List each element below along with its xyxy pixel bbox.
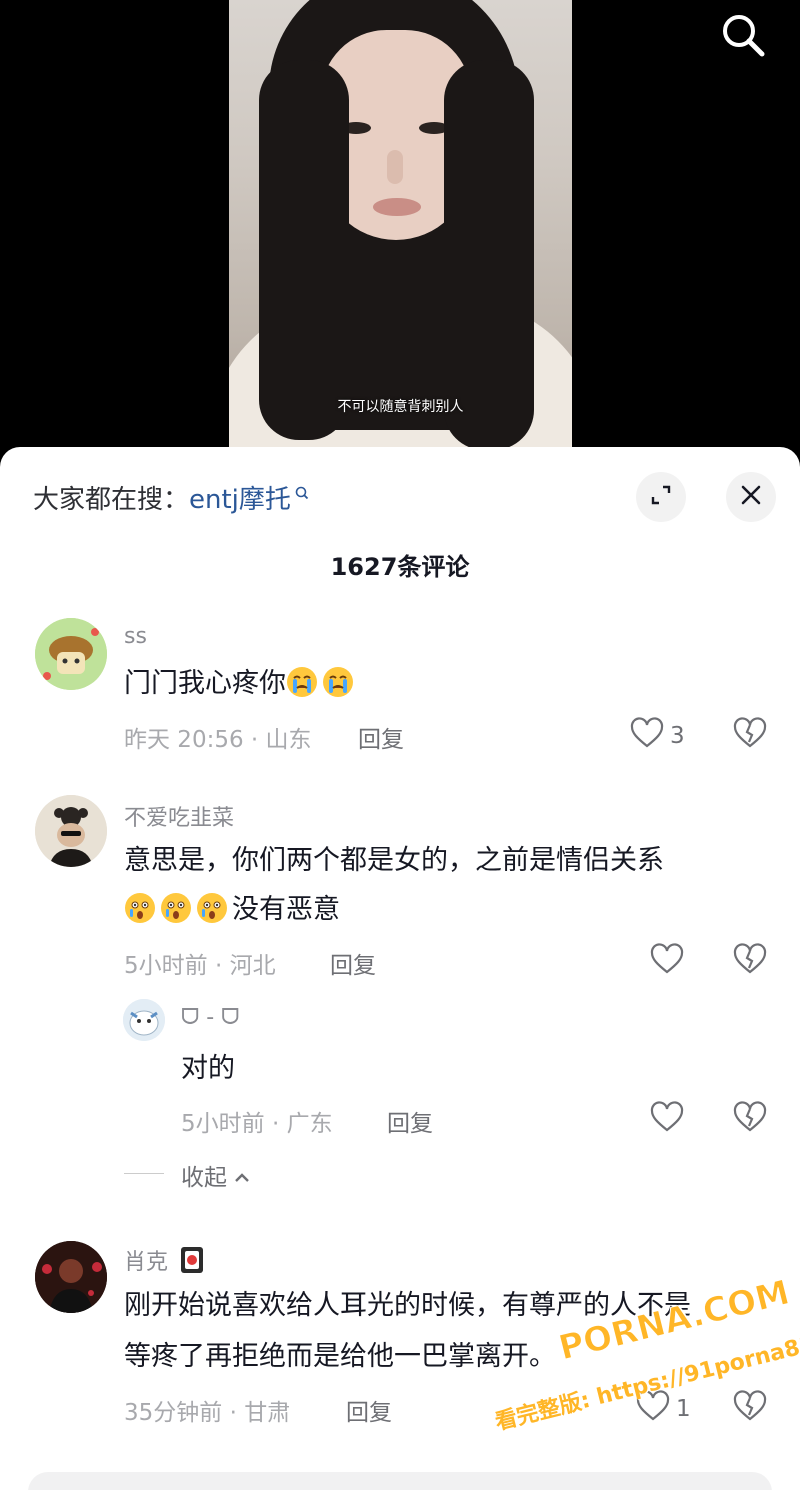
- comment-username[interactable]: 肖克: [124, 1244, 205, 1281]
- dislike-button[interactable]: [733, 717, 767, 753]
- shocked-face-icon: [124, 891, 156, 923]
- comment-meta: 昨天 20:56 · 山东: [124, 727, 312, 753]
- broken-heart-icon: [733, 1390, 767, 1426]
- collapse-replies-button[interactable]: 收起: [181, 1158, 250, 1192]
- video-frame: 不可以随意背刺别人: [229, 0, 572, 470]
- heart-icon: [650, 943, 684, 981]
- reply-button[interactable]: 回复: [346, 1393, 392, 1427]
- badge-icon: [179, 1245, 205, 1281]
- crying-face-icon: [322, 665, 354, 697]
- close-button[interactable]: [726, 472, 776, 522]
- shocked-face-icon: [160, 891, 192, 923]
- avatar[interactable]: [123, 999, 165, 1041]
- comment-username[interactable]: ss: [124, 624, 147, 649]
- username-text: 肖克: [124, 1250, 169, 1275]
- collapse-divider: [124, 1173, 164, 1174]
- hot-search-bar[interactable]: 大家都在搜：entj摩托: [33, 479, 309, 516]
- dislike-button[interactable]: [733, 1101, 767, 1137]
- video-subtitle: 不可以随意背刺别人: [337, 399, 464, 415]
- search-icon[interactable]: [718, 10, 768, 60]
- comment-text: 门门我心疼你: [124, 659, 358, 708]
- hot-search-prefix: 大家都在搜：: [33, 485, 190, 515]
- like-button[interactable]: 3: [630, 717, 685, 755]
- comment-text: 意思是，你们两个都是女的，之前是情侣关系: [124, 845, 664, 876]
- reply-username[interactable]: ᗜ - ᗜ: [181, 1005, 239, 1030]
- broken-heart-icon: [733, 943, 767, 979]
- like-button[interactable]: [650, 1101, 690, 1139]
- dislike-button[interactable]: [733, 943, 767, 979]
- reply-button[interactable]: 回复: [358, 720, 404, 754]
- avatar[interactable]: [35, 795, 107, 867]
- comment-input-bar[interactable]: [28, 1472, 772, 1490]
- broken-heart-icon: [733, 717, 767, 753]
- expand-button[interactable]: [636, 472, 686, 522]
- avatar[interactable]: [35, 618, 107, 690]
- reply-meta: 5小时前 · 广东: [181, 1111, 333, 1137]
- heart-icon: [630, 717, 664, 755]
- like-count: 3: [670, 723, 685, 749]
- like-button[interactable]: [650, 943, 690, 981]
- comment-text: 没有恶意: [124, 885, 340, 934]
- comment-meta: 35分钟前 · 甘肃: [124, 1400, 291, 1426]
- hot-search-keyword[interactable]: entj摩托: [189, 485, 291, 515]
- reply-text: 对的: [181, 1053, 235, 1084]
- heart-icon: [650, 1101, 684, 1139]
- crying-face-icon: [286, 665, 318, 697]
- close-icon: [740, 484, 762, 510]
- broken-heart-icon: [733, 1101, 767, 1137]
- reply-button[interactable]: 回复: [387, 1104, 433, 1138]
- search-icon: [295, 479, 309, 509]
- comment-text-content: 没有恶意: [232, 894, 340, 925]
- expand-icon: [649, 483, 673, 511]
- comment-text-content: 门门我心疼你: [124, 668, 286, 699]
- reply-button[interactable]: 回复: [330, 946, 376, 980]
- shocked-face-icon: [196, 891, 228, 923]
- video-player[interactable]: 不可以随意背刺别人: [0, 0, 800, 470]
- comment-username[interactable]: 不爱吃韭菜: [124, 800, 234, 832]
- comment-meta: 5小时前 · 河北: [124, 953, 276, 979]
- avatar[interactable]: [35, 1241, 107, 1313]
- comment-count: 1627条评论: [330, 553, 470, 581]
- collapse-label: 收起: [181, 1165, 227, 1191]
- chevron-up-icon: [234, 1165, 250, 1191]
